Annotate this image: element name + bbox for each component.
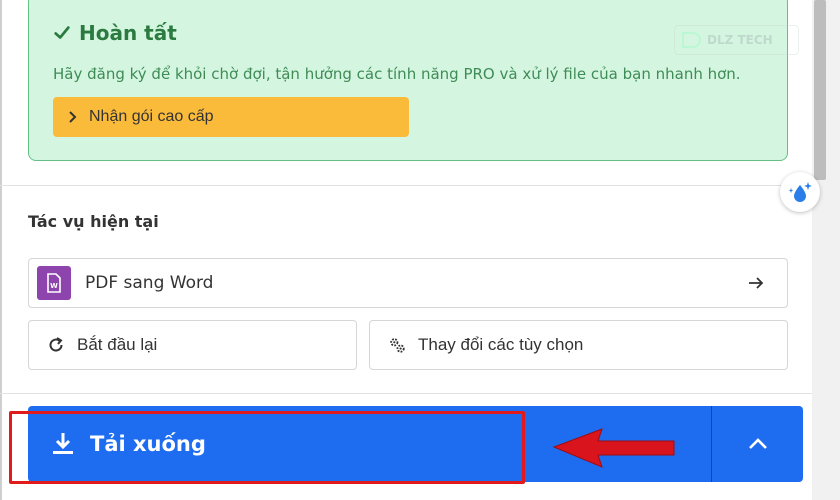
- current-task-row[interactable]: W PDF sang Word: [28, 258, 788, 308]
- success-panel: Hoàn tất DLZ TECH Hãy đăng ký để khỏi ch…: [28, 0, 799, 161]
- restart-button[interactable]: Bắt đầu lại: [28, 320, 357, 370]
- left-edge: [0, 0, 2, 500]
- success-message: Hãy đăng ký để khỏi chờ đợi, tận hưởng c…: [53, 65, 741, 83]
- download-options-toggle[interactable]: [712, 406, 803, 482]
- gears-icon: [390, 338, 405, 353]
- premium-button-label: Nhận gói cao cấp: [89, 108, 214, 125]
- chevron-right-icon: [69, 111, 77, 123]
- current-task-heading: Tác vụ hiện tại: [28, 212, 159, 231]
- task-label: PDF sang Word: [85, 273, 214, 293]
- logo-mark-icon: [682, 32, 701, 48]
- section-divider: [0, 185, 812, 186]
- download-label: Tải xuống: [90, 432, 206, 456]
- download-button[interactable]: Tải xuống: [28, 406, 711, 482]
- restart-icon: [49, 337, 63, 352]
- change-options-label: Thay đổi các tùy chọn: [418, 335, 584, 354]
- success-title-text: Hoàn tất: [79, 21, 177, 45]
- restart-label: Bắt đầu lại: [77, 335, 158, 354]
- download-icon: [53, 433, 73, 454]
- arrow-right-icon[interactable]: [747, 274, 765, 292]
- scrollbar-thumb[interactable]: [814, 0, 826, 180]
- premium-button[interactable]: Nhận gói cao cấp: [53, 97, 409, 137]
- water-drop-sparkle-icon: [788, 182, 812, 202]
- change-options-button[interactable]: Thay đổi các tùy chọn: [369, 320, 788, 370]
- bottom-divider: [0, 393, 812, 394]
- download-bar: Tải xuống: [28, 406, 803, 482]
- watermark-text: DLZ TECH: [707, 33, 773, 47]
- check-icon: [54, 26, 70, 39]
- success-title: Hoàn tất: [53, 21, 177, 45]
- chevron-up-icon: [748, 438, 767, 449]
- word-file-icon: W: [37, 266, 71, 300]
- svg-text:W: W: [50, 282, 58, 290]
- floating-assistant-button[interactable]: [780, 172, 820, 212]
- watermark-logo: DLZ TECH: [674, 25, 799, 55]
